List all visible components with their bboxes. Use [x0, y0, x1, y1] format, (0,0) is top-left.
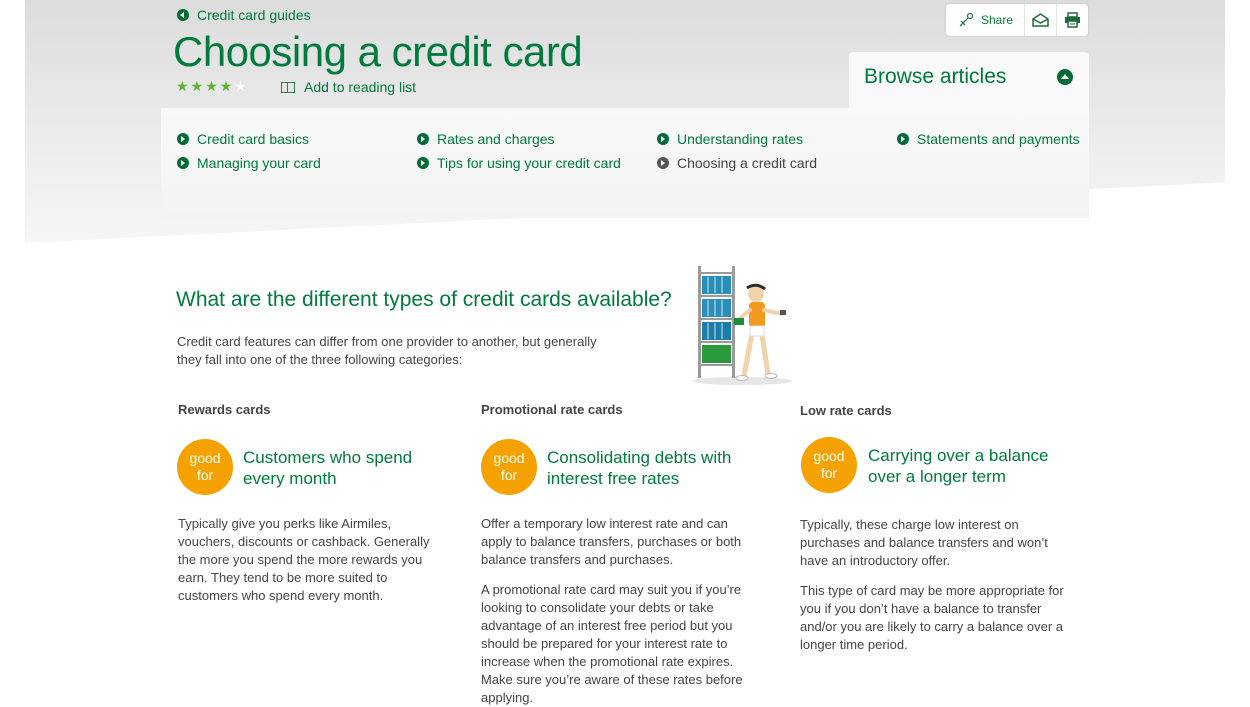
good-for-badge: good for: [177, 439, 233, 495]
page-title: Choosing a credit card: [173, 28, 583, 75]
card-type-description: Typically give you perks like Airmiles, …: [178, 516, 430, 603]
chevron-up-icon: [1057, 69, 1073, 85]
badge-line: for: [500, 467, 518, 483]
print-button[interactable]: [1057, 4, 1088, 36]
topic-link-label: Rates and charges: [437, 131, 555, 147]
breadcrumb-link[interactable]: Credit card guides: [177, 7, 311, 23]
breadcrumb-label: Credit card guides: [197, 7, 311, 23]
badge-line: for: [820, 465, 838, 481]
star-rating[interactable]: ★ ★ ★ ★ ★: [176, 78, 247, 94]
badge-line: good: [189, 450, 221, 466]
good-for-text: Carrying over a balance over a longer te…: [868, 446, 1049, 486]
good-for-badge: good for: [481, 439, 537, 495]
card-type-title: Promotional rate cards: [481, 402, 623, 417]
chevron-right-icon: [417, 157, 429, 169]
chevron-right-icon: [897, 133, 909, 145]
share-icon: [959, 12, 974, 27]
card-type-description: This type of card may be more appropriat…: [800, 583, 1064, 652]
chevron-right-icon: [657, 157, 669, 169]
topic-link-understanding-rates[interactable]: Understanding rates: [657, 131, 803, 147]
star-icon: ★: [176, 78, 189, 94]
topic-link-managing-your-card[interactable]: Managing your card: [177, 155, 321, 171]
star-icon: ★: [205, 78, 218, 94]
topic-link-label: Statements and payments: [917, 131, 1080, 147]
chevron-right-icon: [417, 133, 429, 145]
topic-link-label: Managing your card: [197, 155, 321, 171]
section-heading: What are the different types of credit c…: [176, 288, 672, 311]
intro-text: Credit card features can differ from one…: [177, 334, 597, 367]
topic-link-tips-for-using-your-credit-card[interactable]: Tips for using your credit card: [417, 155, 621, 171]
topic-link-label: Credit card basics: [197, 131, 310, 147]
card-type-title: Rewards cards: [178, 402, 271, 417]
topic-current-choosing-a-credit-card: Choosing a credit card: [657, 155, 817, 171]
good-for-text: Consolidating debts with interest free r…: [547, 448, 732, 488]
share-button[interactable]: Share: [946, 4, 1026, 36]
topic-link-label: Tips for using your credit card: [437, 155, 621, 171]
star-empty-icon: ★: [234, 78, 247, 94]
share-toolbar: Share: [946, 4, 1088, 36]
chevron-right-icon: [177, 133, 189, 145]
chevron-right-icon: [177, 157, 189, 169]
chevron-left-icon: [177, 9, 189, 21]
email-icon: [1032, 13, 1049, 27]
good-for-text: Customers who spend every month: [243, 448, 413, 488]
shopper-illustration: [692, 266, 792, 385]
topic-link-credit-card-basics[interactable]: Credit card basics: [177, 131, 309, 147]
browse-articles-title: Browse articles: [864, 65, 1007, 88]
add-to-reading-list-link[interactable]: Add to reading list: [281, 79, 416, 95]
chevron-right-icon: [657, 133, 669, 145]
badge-line: good: [493, 450, 525, 466]
share-label: Share: [981, 13, 1014, 27]
card-type-title: Low rate cards: [800, 403, 892, 418]
topic-link-label: Understanding rates: [677, 131, 804, 147]
reading-list-label: Add to reading list: [304, 79, 417, 95]
topic-link-rates-and-charges[interactable]: Rates and charges: [417, 131, 555, 147]
browse-articles-toggle[interactable]: Browse articles: [849, 52, 1089, 112]
topic-link-label: Choosing a credit card: [677, 155, 818, 171]
card-type-description: Typically, these charge low interest on …: [800, 517, 1048, 568]
card-type-description: A promotional rate card may suit you if …: [481, 582, 743, 705]
card-type-description: Offer a temporary low interest rate and …: [481, 516, 742, 567]
topic-link-statements-and-payments[interactable]: Statements and payments: [897, 131, 1080, 147]
email-button[interactable]: [1025, 4, 1058, 36]
badge-line: good: [813, 448, 845, 464]
print-icon: [1065, 12, 1080, 28]
good-for-badge: good for: [801, 437, 857, 493]
badge-line: for: [196, 467, 214, 483]
star-icon: ★: [219, 78, 233, 94]
book-icon: [281, 81, 295, 93]
star-icon: ★: [190, 78, 204, 94]
